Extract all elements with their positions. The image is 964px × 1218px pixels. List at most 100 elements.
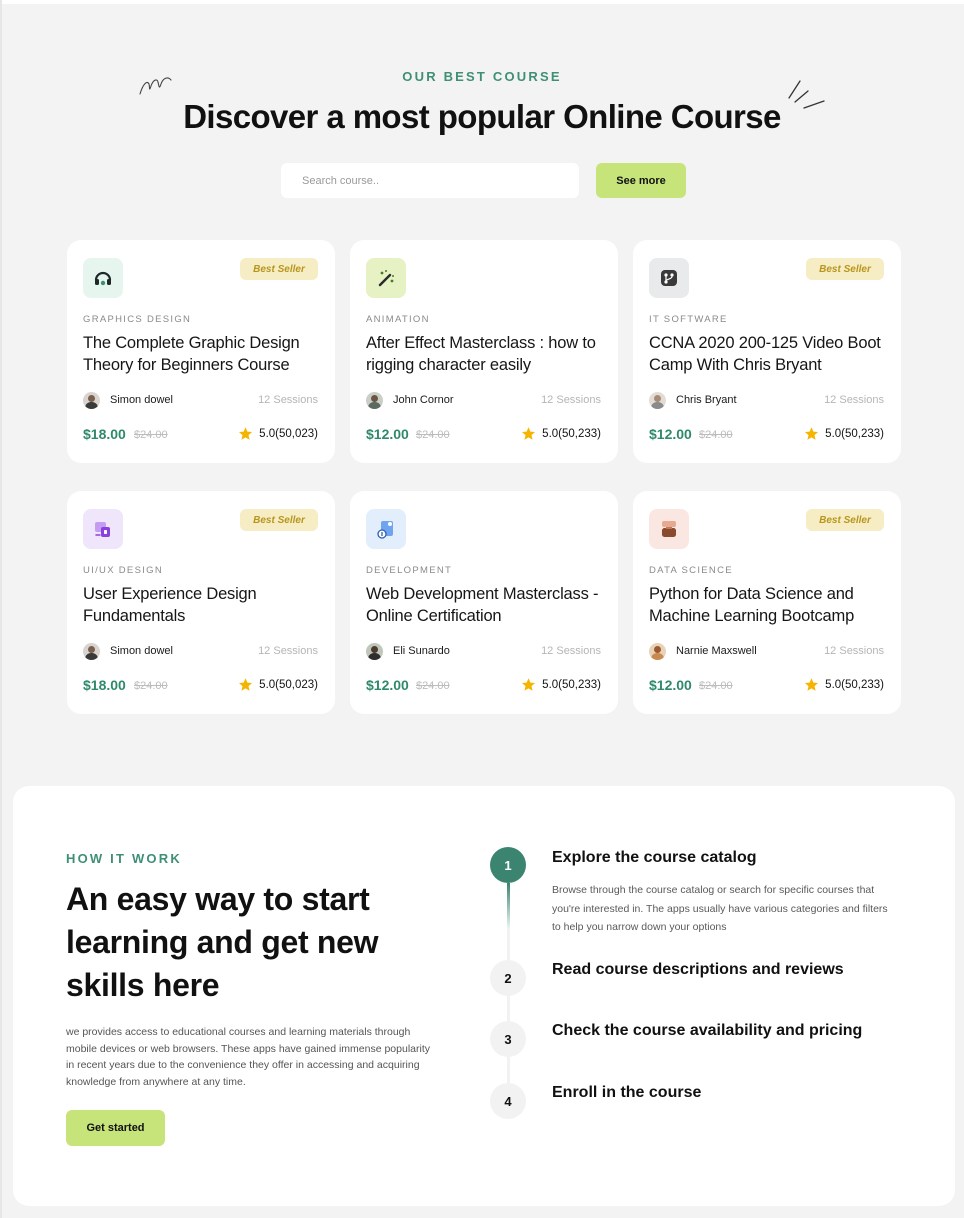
course-old-price: $24.00 — [134, 429, 168, 441]
how-eyebrow: HOW IT WORK — [66, 851, 182, 866]
step-number-4: 4 — [490, 1083, 526, 1119]
session-count: 12 Sessions — [258, 394, 318, 406]
course-card[interactable]: DEVELOPMENT Web Development Masterclass … — [350, 491, 618, 714]
step-progress-line — [507, 883, 510, 928]
course-card[interactable]: Best Seller GRAPHICS DESIGN The Complete… — [67, 240, 335, 463]
session-count: 12 Sessions — [541, 645, 601, 657]
course-author: Simon dowel — [83, 391, 173, 409]
avatar — [366, 642, 383, 660]
course-rating: 5.0(50,233) — [804, 426, 884, 441]
rating-value: 5.0(50,233) — [825, 427, 884, 440]
session-count: 12 Sessions — [541, 394, 601, 406]
course-card[interactable]: Best Seller IT SOFTWARE CCNA 2020 200-12… — [633, 240, 901, 463]
course-card[interactable]: Best Seller DATA SCIENCE Python for Data… — [633, 491, 901, 714]
course-old-price: $24.00 — [699, 429, 733, 441]
best-seller-badge: Best Seller — [806, 509, 884, 531]
course-rating: 5.0(50,233) — [521, 677, 601, 692]
get-started-button[interactable]: Get started — [66, 1110, 165, 1146]
star-icon — [805, 678, 819, 691]
course-category: ANIMATION — [366, 314, 430, 325]
left-edge — [0, 0, 2, 1218]
course-rating: 5.0(50,233) — [804, 677, 884, 692]
course-price: $12.00 — [366, 426, 409, 442]
course-author: John Cornor — [366, 391, 454, 409]
course-rating: 5.0(50,023) — [238, 426, 318, 441]
course-author: Simon dowel — [83, 642, 173, 660]
course-old-price: $24.00 — [134, 680, 168, 692]
star-icon — [805, 427, 819, 440]
step-number-3: 3 — [490, 1021, 526, 1057]
course-price: $18.00 — [83, 677, 126, 693]
step-title[interactable]: Check the course availability and pricin… — [552, 1022, 862, 1040]
step-connector — [507, 1054, 510, 1084]
author-name: Chris Bryant — [676, 394, 737, 406]
rating-value: 5.0(50,023) — [259, 678, 318, 691]
course-price: $12.00 — [366, 677, 409, 693]
avatar — [83, 391, 100, 409]
how-it-works-section: HOW IT WORK An easy way to start learnin… — [13, 786, 955, 1206]
top-edge — [0, 0, 964, 4]
star-icon — [522, 427, 536, 440]
course-author: Narnie Maxswell — [649, 642, 757, 660]
avatar — [649, 391, 666, 409]
best-seller-badge: Best Seller — [240, 258, 318, 280]
star-icon — [522, 678, 536, 691]
how-description: we provides access to educational course… — [66, 1026, 430, 1088]
course-title[interactable]: CCNA 2020 200-125 Video Boot Camp With C… — [649, 332, 889, 376]
course-title[interactable]: User Experience Design Fundamentals — [83, 583, 323, 627]
course-price: $12.00 — [649, 426, 692, 442]
course-rating: 5.0(50,023) — [238, 677, 318, 692]
course-title[interactable]: Web Development Masterclass - Online Cer… — [366, 583, 606, 627]
star-icon — [239, 678, 253, 691]
session-count: 12 Sessions — [824, 645, 884, 657]
session-count: 12 Sessions — [824, 394, 884, 406]
course-category: UI/UX DESIGN — [83, 565, 163, 576]
course-author: Eli Sunardo — [366, 642, 450, 660]
course-price: $12.00 — [649, 677, 692, 693]
design-tools-icon — [83, 509, 123, 549]
course-category: DATA SCIENCE — [649, 565, 733, 576]
avatar — [83, 642, 100, 660]
author-name: Simon dowel — [110, 394, 173, 406]
how-title: An easy way to start learning and get ne… — [66, 881, 379, 1003]
step-number-1: 1 — [490, 847, 526, 883]
course-title[interactable]: Python for Data Science and Machine Lear… — [649, 583, 889, 627]
course-title[interactable]: The Complete Graphic Design Theory for B… — [83, 332, 323, 376]
avatar — [649, 642, 666, 660]
magic-wand-icon — [366, 258, 406, 298]
course-rating: 5.0(50,233) — [521, 426, 601, 441]
headset-icon — [83, 258, 123, 298]
step-title[interactable]: Enroll in the course — [552, 1084, 701, 1102]
avatar — [366, 391, 383, 409]
spark-lines-icon — [788, 80, 825, 109]
course-title[interactable]: After Effect Masterclass : how to riggin… — [366, 332, 606, 376]
course-category: DEVELOPMENT — [366, 565, 453, 576]
step-title[interactable]: Explore the course catalog — [552, 849, 757, 867]
step-title[interactable]: Read course descriptions and reviews — [552, 961, 844, 979]
step-number-2: 2 — [490, 960, 526, 996]
page: OUR BEST COURSE Discover a most popular … — [0, 0, 964, 1218]
course-author: Chris Bryant — [649, 391, 737, 409]
code-document-icon — [366, 509, 406, 549]
rating-value: 5.0(50,233) — [542, 678, 601, 691]
course-category: IT SOFTWARE — [649, 314, 728, 325]
database-icon — [649, 509, 689, 549]
rating-value: 5.0(50,233) — [825, 678, 884, 691]
step-description: Browse through the course catalog or sea… — [552, 884, 888, 933]
course-category: GRAPHICS DESIGN — [83, 314, 192, 325]
session-count: 12 Sessions — [258, 645, 318, 657]
course-card[interactable]: Best Seller UI/UX DESIGN User Experience… — [67, 491, 335, 714]
git-branch-icon — [649, 258, 689, 298]
search-input[interactable] — [281, 163, 579, 198]
course-old-price: $24.00 — [416, 429, 450, 441]
course-card[interactable]: ANIMATION After Effect Masterclass : how… — [350, 240, 618, 463]
author-name: Eli Sunardo — [393, 645, 450, 657]
best-seller-badge: Best Seller — [240, 509, 318, 531]
course-old-price: $24.00 — [699, 680, 733, 692]
author-name: Narnie Maxswell — [676, 645, 757, 657]
best-seller-badge: Best Seller — [806, 258, 884, 280]
rating-value: 5.0(50,233) — [542, 427, 601, 440]
star-icon — [239, 427, 253, 440]
author-name: Simon dowel — [110, 645, 173, 657]
see-more-button[interactable]: See more — [596, 163, 686, 198]
